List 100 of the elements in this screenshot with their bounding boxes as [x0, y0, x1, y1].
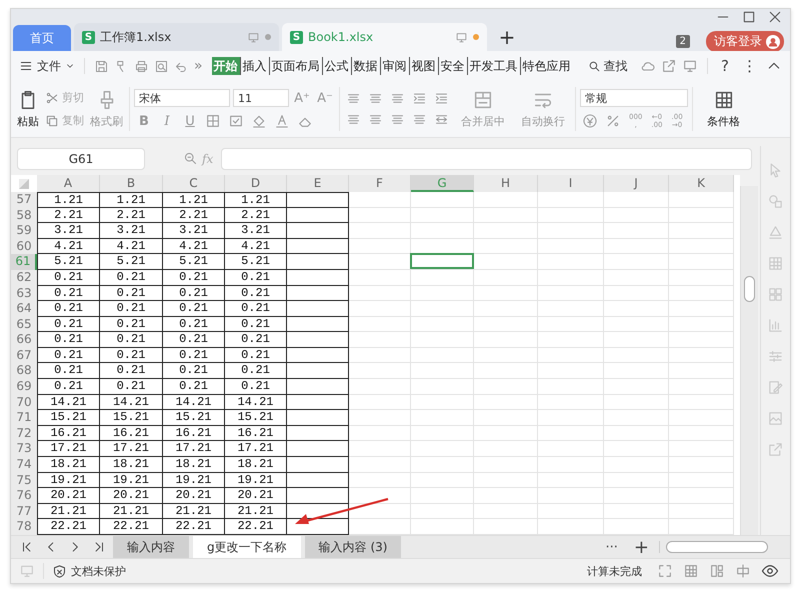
row-header[interactable]: 59	[11, 223, 37, 239]
shrink-font-button[interactable]: A⁻	[315, 90, 335, 106]
row-header[interactable]: 65	[11, 316, 37, 332]
row-header[interactable]: 68	[11, 363, 37, 380]
row-header[interactable]: 62	[11, 270, 37, 286]
search-button[interactable]: 查找	[588, 58, 628, 74]
scrollbar-thumb[interactable]	[744, 276, 755, 302]
more-button[interactable]: »	[194, 58, 203, 74]
row-header[interactable]: 72	[11, 426, 37, 442]
protection-status[interactable]: 文档未保护	[71, 564, 126, 578]
help-button[interactable]: ?	[717, 57, 733, 75]
row-header[interactable]: 66	[11, 332, 37, 348]
column-header[interactable]: H	[474, 174, 538, 192]
row-header[interactable]: 74	[11, 457, 37, 473]
vertical-scrollbar[interactable]	[740, 186, 758, 535]
window-count-badge[interactable]: 2	[676, 35, 690, 48]
table-cell	[474, 270, 538, 286]
row-header[interactable]: 64	[11, 301, 37, 317]
sheet-tab[interactable]: 输入内容 (3)	[304, 536, 402, 558]
row-header[interactable]: 73	[11, 441, 37, 458]
ribbon-tab[interactable]: 公式	[322, 57, 352, 75]
table-cell	[474, 238, 538, 254]
ribbon-tab[interactable]: 安全	[438, 57, 468, 75]
table-cell: 15.21	[37, 410, 100, 426]
number-format-dropdown[interactable]: 常规	[580, 89, 688, 107]
row-header[interactable]: 77	[11, 504, 37, 520]
home-tab[interactable]: 首页	[13, 25, 71, 51]
name-box[interactable]: G61	[17, 148, 145, 170]
sheet-tab[interactable]: g更改一下名称	[193, 536, 301, 558]
table-cell	[669, 410, 734, 426]
table-cell	[538, 270, 604, 286]
row-header[interactable]: 69	[11, 379, 37, 395]
screen-icon	[19, 563, 35, 579]
column-header[interactable]: I	[538, 174, 604, 192]
column-header[interactable]: K	[669, 174, 734, 192]
more-sheets-button[interactable]: ···	[600, 540, 624, 554]
table-cell: 5.21	[225, 254, 287, 270]
table-cell: 0.21	[225, 363, 287, 380]
file-menu[interactable]: 文件	[19, 58, 75, 74]
select-all-corner[interactable]	[19, 178, 29, 189]
row-header[interactable]: 58	[11, 208, 37, 224]
row-header[interactable]: 61	[11, 254, 37, 270]
row-header[interactable]: 78	[11, 519, 37, 535]
more-options-button[interactable]: ⋮	[738, 57, 761, 75]
column-header[interactable]: D	[225, 174, 287, 192]
paste-button[interactable]: 粘贴	[15, 89, 41, 129]
ribbon-tab[interactable]: 插入	[240, 57, 270, 75]
ribbon-tab[interactable]: 特色应用	[520, 57, 573, 75]
document-tab[interactable]: S Book1.xlsx	[282, 23, 487, 51]
function-button[interactable]: fx	[202, 152, 214, 166]
scrollbar-thumb[interactable]	[666, 541, 768, 553]
add-sheet-button[interactable]: +	[628, 536, 655, 558]
table-cell: 2.21	[163, 208, 225, 224]
sheet-tab[interactable]: 输入内容	[113, 536, 189, 558]
row-header[interactable]: 57	[11, 192, 37, 208]
table-cell: 16.21	[100, 426, 163, 442]
ribbon-tab[interactable]: 页面布局	[270, 57, 323, 75]
ribbon-tab[interactable]: 开发工具	[468, 57, 521, 75]
column-header[interactable]: J	[604, 174, 669, 192]
formula-field[interactable]	[221, 148, 752, 170]
ribbon-tab[interactable]: 开始	[212, 57, 241, 75]
new-tab-button[interactable]: +	[490, 23, 524, 51]
table-cell	[411, 286, 474, 302]
row-header[interactable]: 60	[11, 238, 37, 254]
eye-icon	[761, 562, 779, 580]
document-tab[interactable]: S 工作簿1.xlsx	[74, 23, 279, 51]
underline-button[interactable]: U	[180, 114, 200, 128]
font-size-dropdown[interactable]: 11	[233, 89, 289, 107]
table-cell: 2.21	[100, 208, 163, 224]
row-header[interactable]: 71	[11, 410, 37, 426]
table-cell: 15.21	[225, 410, 287, 426]
row-header[interactable]: 67	[11, 348, 37, 364]
ribbon-tab[interactable]: 审阅	[380, 57, 410, 75]
italic-button[interactable]: I	[157, 114, 177, 128]
table-cell	[287, 457, 349, 473]
ribbon-tab[interactable]: 数据	[352, 57, 381, 75]
grow-font-button[interactable]: A⁺	[292, 90, 312, 106]
table-cell	[604, 223, 669, 239]
zoom-icon	[183, 151, 198, 166]
fill-icon	[251, 113, 267, 129]
column-header[interactable]: B	[100, 174, 163, 192]
row-header[interactable]: 63	[11, 286, 37, 302]
font-dropdown[interactable]: 宋体	[134, 89, 230, 107]
column-header[interactable]: A	[37, 174, 100, 192]
conditional-format-button[interactable]: 条件格	[705, 89, 742, 129]
column-header[interactable]: G	[411, 174, 474, 192]
table-cell: 0.21	[163, 286, 225, 302]
login-button[interactable]: 访客登录	[706, 31, 784, 52]
table-cell: 5.21	[100, 254, 163, 270]
table-cell	[349, 301, 411, 317]
row-header[interactable]: 76	[11, 488, 37, 504]
column-header[interactable]: F	[349, 174, 411, 192]
row-header[interactable]: 75	[11, 472, 37, 488]
table-cell: 21.21	[225, 504, 287, 520]
row-header[interactable]: 70	[11, 394, 37, 410]
column-header[interactable]: E	[287, 174, 349, 192]
split-icon	[709, 563, 725, 579]
column-header[interactable]: C	[163, 174, 225, 192]
ribbon-tab[interactable]: 视图	[410, 57, 439, 75]
bold-button[interactable]: B	[134, 114, 154, 128]
